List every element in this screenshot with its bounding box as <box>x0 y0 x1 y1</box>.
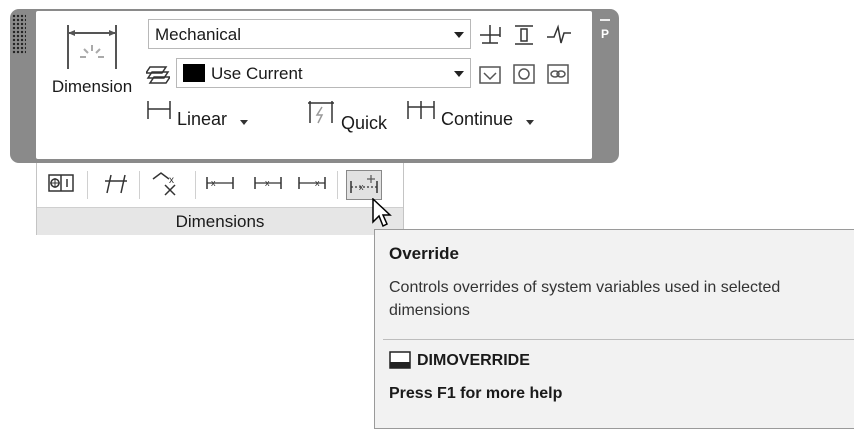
linear-dim-icon <box>147 101 171 119</box>
divider <box>87 171 88 199</box>
tooltip-help: Press F1 for more help <box>389 385 563 402</box>
continue-label: Continue <box>441 109 514 129</box>
oblique-icon[interactable] <box>101 171 129 195</box>
tooltip-title: Override <box>389 244 459 263</box>
override-tooltip: Override Controls overrides of system va… <box>374 229 854 429</box>
dim-style-dropdown[interactable]: Mechanical <box>148 19 471 49</box>
tolerance-icon[interactable] <box>47 171 75 195</box>
linear-dropdown-button[interactable]: Linear <box>146 99 249 129</box>
grip-handle[interactable] <box>12 14 26 54</box>
override-icon: x <box>350 175 378 193</box>
linear-label: Linear <box>177 109 228 129</box>
svg-text:x: x <box>169 175 174 186</box>
panel-side-controls: P <box>595 15 615 55</box>
space-icon[interactable] <box>512 23 536 47</box>
tooltip-description: Controls overrides of system variables u… <box>389 279 781 319</box>
panel-title[interactable]: Dimensions <box>37 207 403 235</box>
svg-text:x: x <box>211 178 216 188</box>
continue-dim-icon <box>407 101 435 119</box>
justify-left-icon[interactable]: x <box>205 171 235 195</box>
justify-center-icon[interactable]: x <box>253 171 283 195</box>
justify-right-icon[interactable]: x <box>297 171 327 195</box>
tooltip-command: DIMOVERRIDE <box>389 347 530 370</box>
reassociate-icon[interactable] <box>546 61 570 85</box>
layer-value: Use Current <box>211 64 303 83</box>
quick-label: Quick <box>341 113 388 133</box>
dimensions-ribbon-panel: x x x x x Dimensions <box>36 163 404 235</box>
quick-dim-icon <box>308 101 334 124</box>
baseline-icon[interactable] <box>478 23 502 47</box>
layer-dropdown[interactable]: Use Current <box>176 58 471 88</box>
panel-content: Dimension Mechanical Use Current Linear … <box>36 11 592 159</box>
svg-text:x: x <box>315 178 320 188</box>
minimize-bar-icon[interactable] <box>600 19 610 21</box>
tooltip-command-name: DIMOVERRIDE <box>417 352 530 369</box>
layer-icon <box>146 66 170 84</box>
dim-style-value: Mechanical <box>155 25 241 44</box>
pin-icon[interactable]: P <box>595 27 615 41</box>
divider <box>195 171 196 199</box>
layer-color-swatch <box>183 64 205 82</box>
dimension-button[interactable]: Dimension <box>44 17 140 113</box>
dimension-panel-floating: P Dimension Mechanical Use Current Linea… <box>10 9 619 163</box>
chevron-down-icon <box>526 120 535 125</box>
quick-dimension-button[interactable]: Quick <box>306 99 388 133</box>
svg-text:x: x <box>265 178 270 188</box>
chevron-down-icon <box>454 32 464 38</box>
chevron-down-icon <box>454 71 464 77</box>
jogline-icon[interactable] <box>546 23 572 47</box>
continue-dropdown-button[interactable]: Continue <box>406 99 535 129</box>
override-button[interactable]: x <box>346 170 382 200</box>
dimension-icon <box>67 25 117 69</box>
dimensions-tool-row: x x x x x <box>37 163 403 207</box>
update-icon[interactable] <box>512 61 536 85</box>
svg-text:x: x <box>359 182 364 192</box>
dimension-button-label: Dimension <box>51 77 133 96</box>
text-angle-icon[interactable]: x <box>151 171 181 197</box>
divider <box>139 171 140 199</box>
divider <box>337 171 338 199</box>
command-icon <box>389 351 411 369</box>
chevron-down-icon <box>240 120 249 125</box>
divider <box>383 339 854 340</box>
mouse-cursor-icon <box>372 198 392 228</box>
inspect-icon[interactable] <box>478 61 502 85</box>
